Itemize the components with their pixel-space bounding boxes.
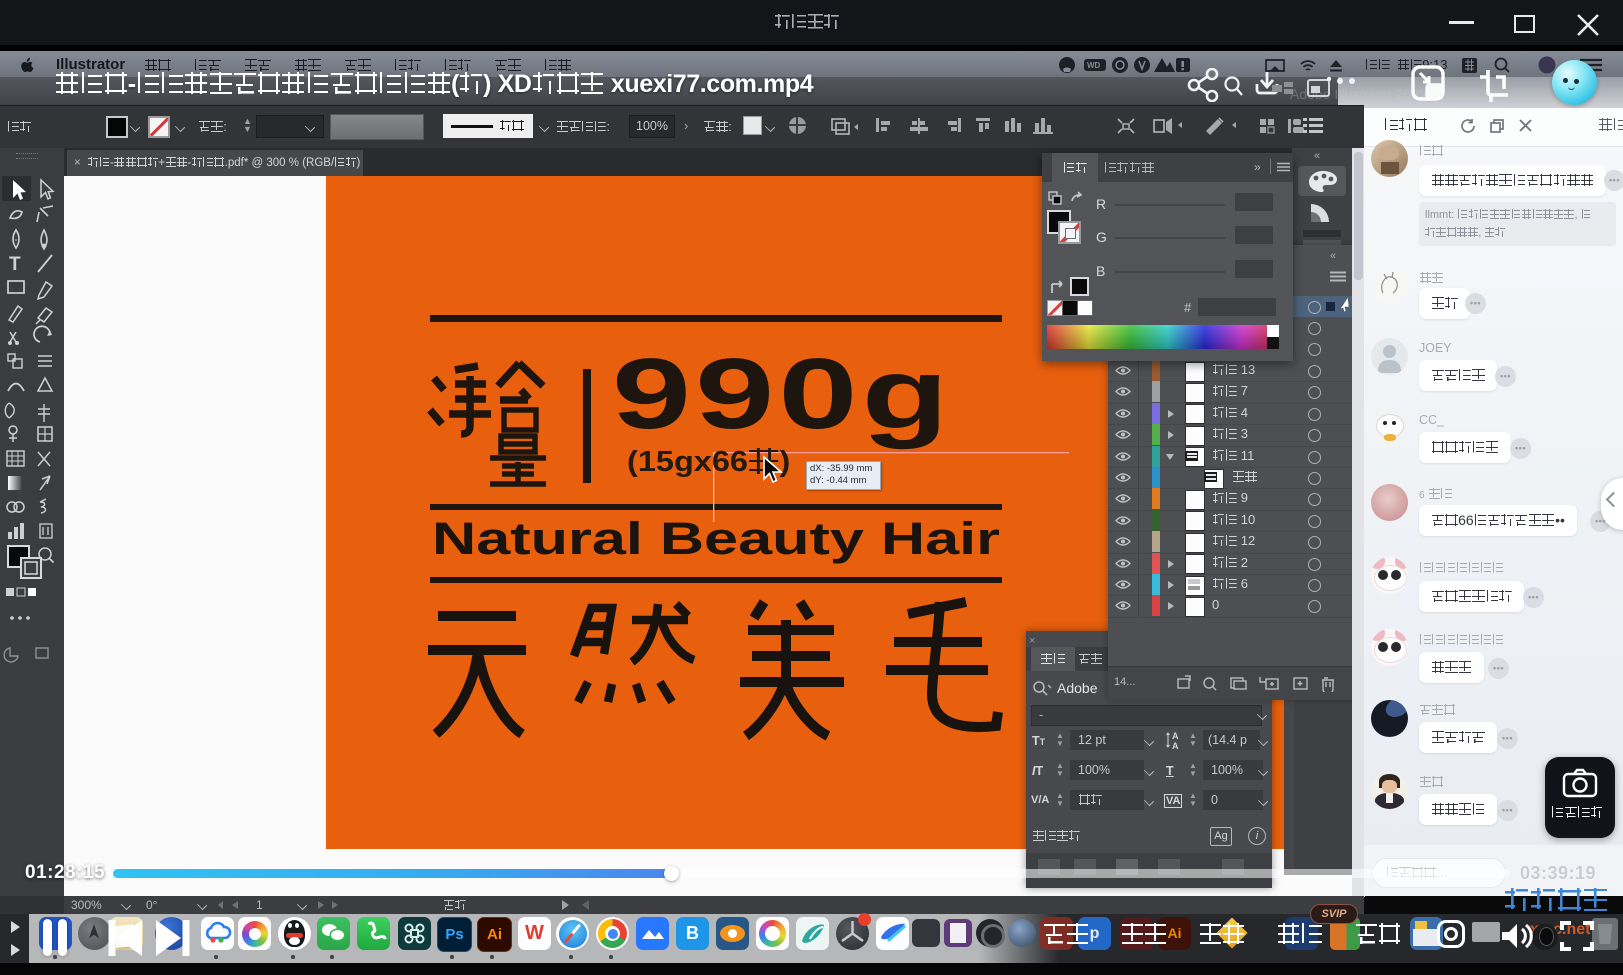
svg-text:A: A	[1172, 731, 1179, 741]
svg-text:T: T	[9, 254, 21, 275]
svg-text:WD: WD	[1087, 61, 1101, 70]
svg-text:A: A	[1172, 741, 1179, 750]
